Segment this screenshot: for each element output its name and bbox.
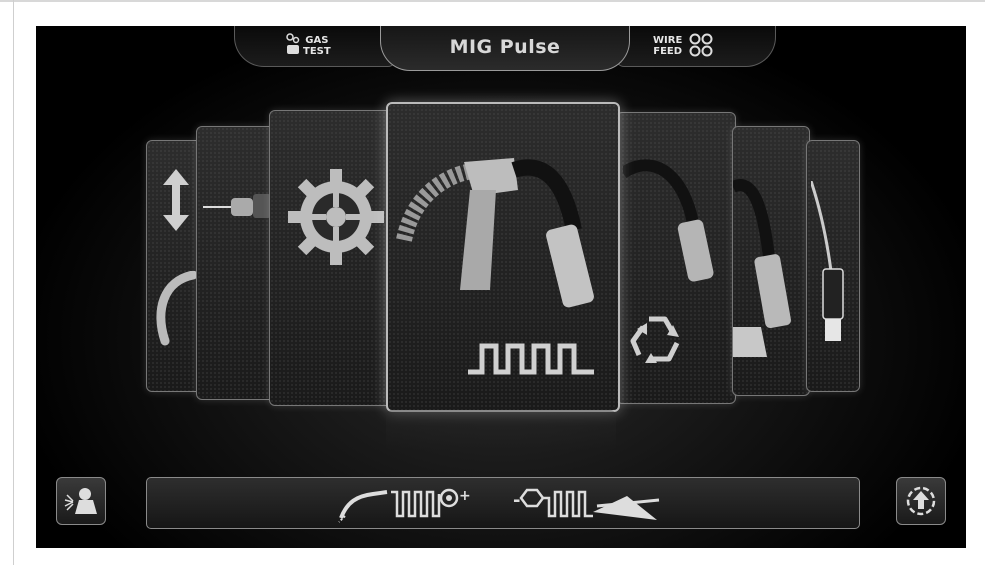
wire-feed-label: WIRE FEED xyxy=(653,35,683,57)
frame-left-edge xyxy=(13,0,14,565)
svg-text:+: + xyxy=(459,488,471,504)
svg-text:-: - xyxy=(513,490,520,511)
card-mig-pulse[interactable] xyxy=(386,102,620,412)
upload-circle-icon xyxy=(906,486,936,516)
polarity-connection-icon: + - xyxy=(338,488,660,523)
mig-gun-icon xyxy=(733,179,791,357)
gas-bottle-icon xyxy=(286,33,300,54)
torch-tip-icon xyxy=(203,194,271,218)
tig-torch-icon xyxy=(811,181,844,341)
frame-top-edge xyxy=(0,0,985,2)
floor-reflection xyxy=(386,410,616,450)
mode-title-tab[interactable]: MIG Pulse xyxy=(380,26,630,71)
polarity-bar: + - xyxy=(146,477,860,529)
gun-cable-icon xyxy=(623,159,714,282)
gas-test-tab[interactable]: GAS TEST xyxy=(234,26,396,67)
pulse-waveform-icon xyxy=(468,343,594,375)
card-recycle[interactable] xyxy=(616,112,736,404)
welder-mode-button[interactable] xyxy=(56,477,106,525)
recycle-icon xyxy=(630,316,680,363)
card-mig-gun[interactable] xyxy=(732,126,810,396)
welder-icon xyxy=(64,488,97,514)
up-down-arrow-icon xyxy=(163,169,189,231)
card-settings[interactable] xyxy=(269,110,401,406)
wire-rollers-icon xyxy=(689,33,713,57)
gear-icon xyxy=(288,169,384,265)
gas-test-label: GAS TEST xyxy=(303,35,331,57)
card-tig-torch[interactable] xyxy=(806,140,860,392)
top-tab-bar: GAS TEST WIRE FEED MIG Pulse xyxy=(234,26,776,71)
wire-feed-tab[interactable]: WIRE FEED xyxy=(616,26,776,67)
upload-button[interactable] xyxy=(896,477,946,525)
mode-title: MIG Pulse xyxy=(449,36,561,58)
mig-torch-icon xyxy=(396,158,594,308)
welder-screen: GAS TEST WIRE FEED MIG Pulse + - xyxy=(36,26,966,548)
